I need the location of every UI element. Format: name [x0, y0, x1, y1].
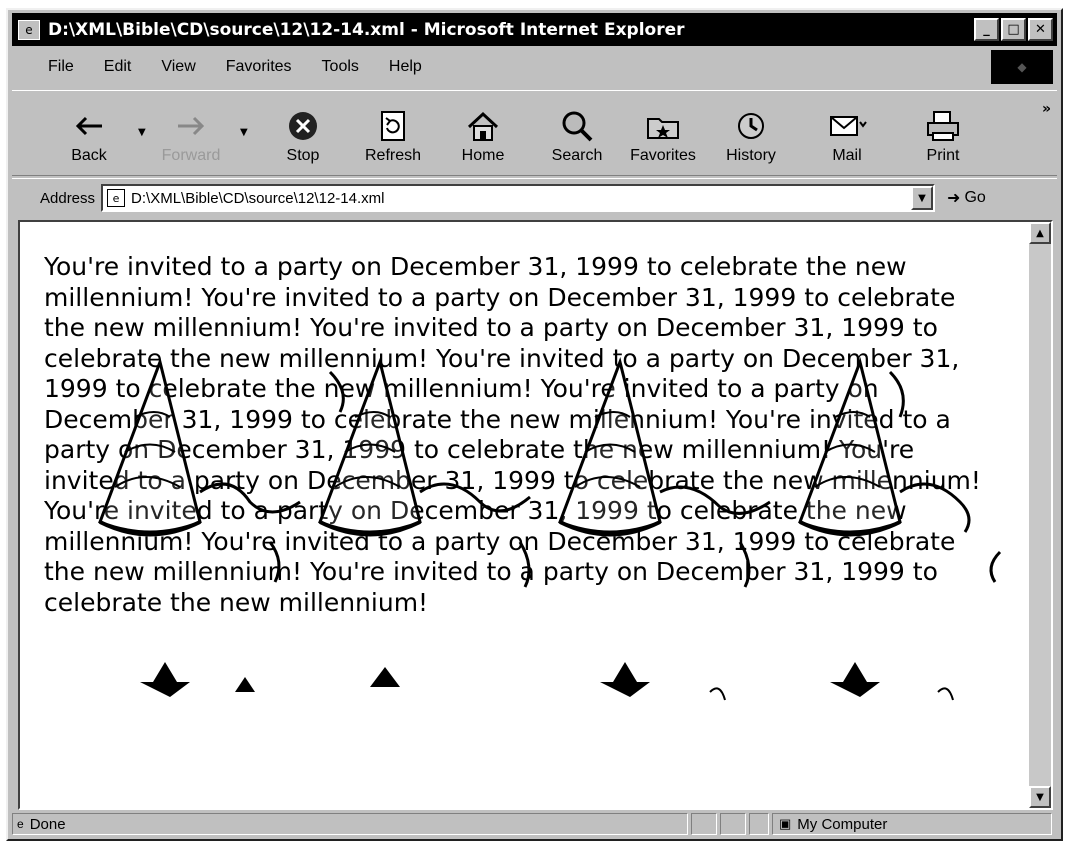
home-button[interactable]: Home	[448, 107, 518, 165]
confetti-burst-graphic	[370, 667, 400, 687]
refresh-button[interactable]: Refresh	[358, 107, 428, 165]
search-label: Search	[551, 147, 603, 164]
menu-tools[interactable]: Tools	[316, 56, 365, 78]
page-content: You're invited to a party on December 31…	[18, 220, 1053, 810]
window-controls: _ □ ✕	[974, 18, 1053, 41]
forward-label: Forward	[161, 147, 221, 164]
address-label: Address	[40, 189, 96, 207]
address-bar: Address e D:\XML\Bible\CD\source\12\12-1…	[12, 178, 1057, 217]
back-dropdown-icon[interactable]: ▼	[138, 127, 146, 138]
menu-file[interactable]: File	[42, 56, 80, 78]
stop-button[interactable]: Stop	[268, 107, 338, 165]
back-arrow-icon	[54, 107, 124, 145]
confetti-burst-graphic	[937, 687, 954, 701]
confetti-burst-graphic	[140, 662, 190, 697]
back-button[interactable]: Back	[54, 107, 124, 165]
status-pane	[691, 813, 717, 835]
home-icon	[448, 107, 518, 145]
my-computer-icon: ▣	[779, 816, 792, 831]
standard-toolbar: Back ▼ Forward ▼ Stop Refresh Home Searc…	[12, 90, 1057, 176]
vertical-scrollbar[interactable]: ▲ ▼	[1029, 222, 1051, 808]
stop-label: Stop	[286, 147, 320, 164]
history-icon	[716, 107, 786, 145]
status-bar: e Done ▣ My Computer	[12, 812, 1057, 836]
ie-throbber-logo: ◆	[991, 50, 1053, 84]
refresh-icon	[358, 107, 428, 145]
address-value: D:\XML\Bible\CD\source\12\12-14.xml	[131, 189, 385, 207]
go-label: Go	[964, 189, 986, 206]
favorites-folder-icon	[628, 107, 698, 145]
search-globe-icon	[542, 107, 612, 145]
address-input[interactable]: e D:\XML\Bible\CD\source\12\12-14.xml ▼	[101, 184, 936, 212]
confetti-burst-graphic	[600, 662, 650, 697]
status-text-pane: e Done	[12, 813, 688, 835]
status-text: Done	[29, 815, 66, 833]
party-invitation-text: You're invited to a party on December 31…	[44, 252, 981, 617]
zone-label: My Computer	[797, 815, 888, 833]
history-label: History	[726, 147, 776, 164]
favorites-label: Favorites	[630, 147, 696, 164]
status-pane	[720, 813, 746, 835]
search-button[interactable]: Search	[542, 107, 612, 165]
go-arrow-icon: ➜	[947, 190, 961, 207]
menu-help[interactable]: Help	[383, 56, 428, 78]
forward-dropdown-icon[interactable]: ▼	[240, 127, 248, 138]
toolbar-overflow-chevron-icon[interactable]: »	[1042, 101, 1051, 117]
ie-document-icon[interactable]: e	[18, 19, 40, 40]
close-button[interactable]: ✕	[1028, 18, 1053, 41]
status-page-icon: e	[17, 817, 24, 831]
scroll-up-button[interactable]: ▲	[1029, 222, 1051, 244]
menu-view[interactable]: View	[155, 56, 201, 78]
back-label: Back	[71, 147, 107, 164]
address-dropdown-button[interactable]: ▼	[911, 186, 934, 210]
menu-favorites[interactable]: Favorites	[220, 56, 298, 78]
confetti-burst-graphic	[709, 687, 726, 701]
page-icon: e	[107, 189, 126, 207]
mail-envelope-icon	[812, 107, 882, 145]
home-label: Home	[461, 147, 505, 164]
menu-bar: File Edit View Favorites Tools Help ◆	[12, 50, 1057, 84]
mail-label: Mail	[832, 147, 862, 164]
title-bar[interactable]: e D:\XML\Bible\CD\source\12\12-14.xml - …	[12, 13, 1057, 46]
go-button[interactable]: ➜ Go	[947, 188, 986, 208]
status-pane	[749, 813, 769, 835]
stop-icon	[268, 107, 338, 145]
scroll-down-button[interactable]: ▼	[1029, 786, 1051, 808]
refresh-label: Refresh	[364, 147, 422, 164]
favorites-button[interactable]: Favorites	[628, 107, 698, 165]
confetti-burst-graphic	[235, 677, 255, 692]
menu-edit[interactable]: Edit	[98, 56, 138, 78]
printer-icon	[908, 107, 978, 145]
mail-button[interactable]: Mail	[812, 107, 882, 165]
forward-arrow-icon	[156, 107, 226, 145]
minimize-button[interactable]: _	[974, 18, 999, 41]
browser-window: e D:\XML\Bible\CD\source\12\12-14.xml - …	[6, 8, 1063, 841]
confetti-burst-graphic	[830, 662, 880, 697]
window-title: D:\XML\Bible\CD\source\12\12-14.xml - Mi…	[48, 19, 685, 40]
security-zone-pane: ▣ My Computer	[772, 813, 1052, 835]
print-label: Print	[926, 147, 960, 164]
maximize-button[interactable]: □	[1001, 18, 1026, 41]
print-button[interactable]: Print	[908, 107, 978, 165]
forward-button[interactable]: Forward	[156, 107, 226, 165]
history-button[interactable]: History	[716, 107, 786, 165]
